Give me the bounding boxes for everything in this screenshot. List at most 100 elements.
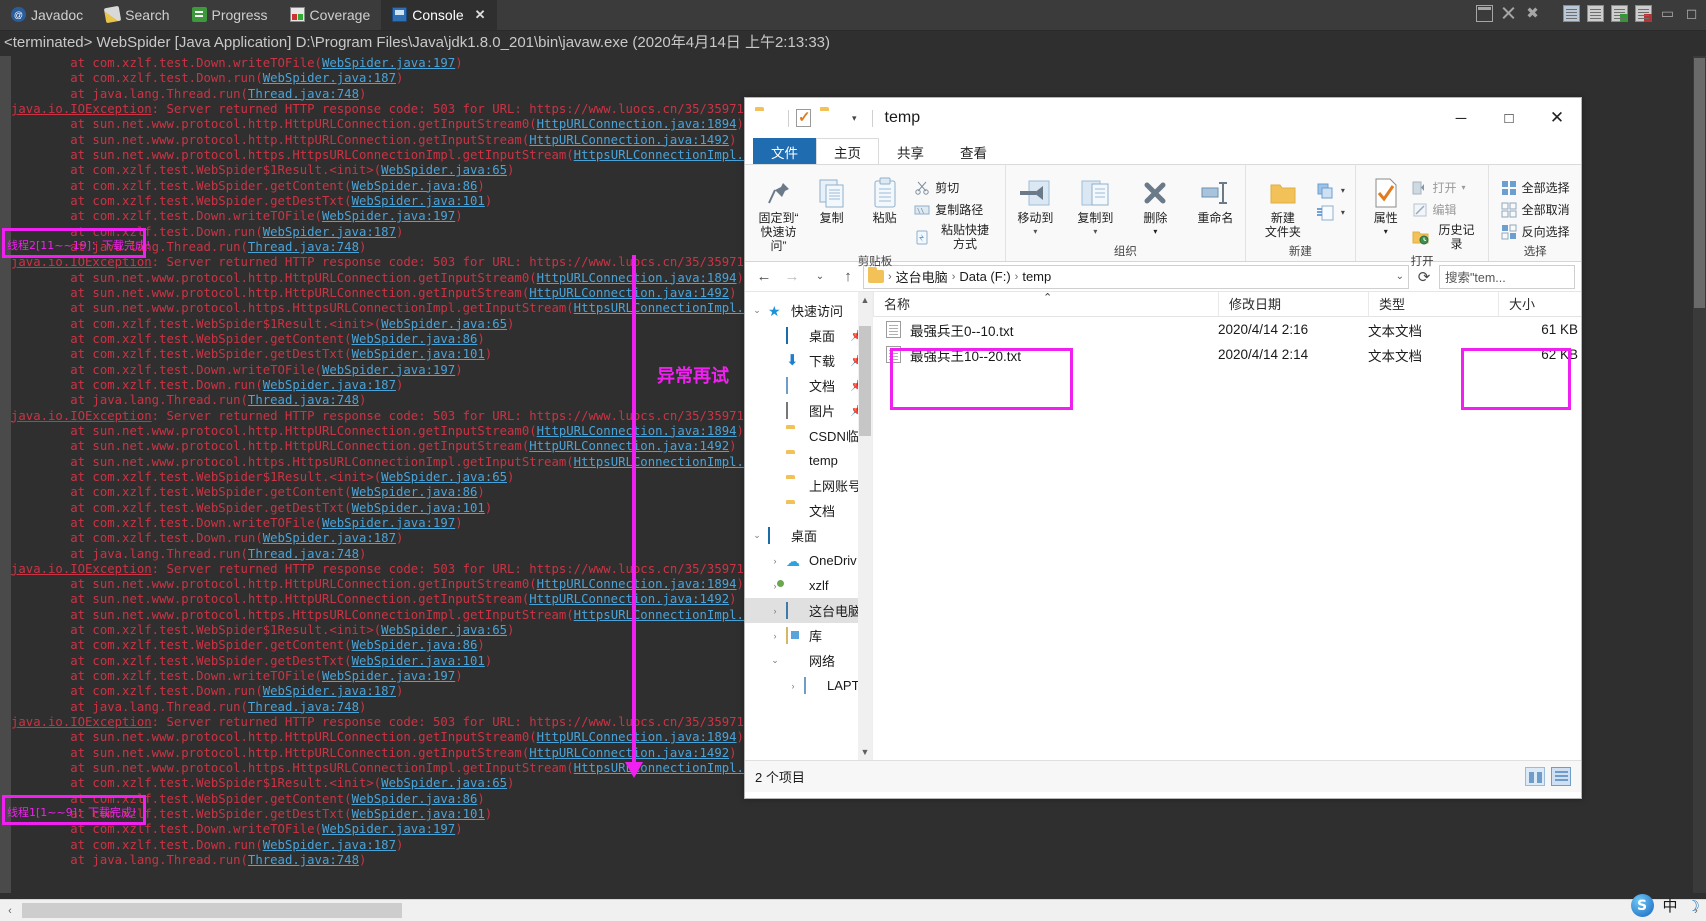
scroll-down-icon[interactable]: ▼ (858, 744, 872, 760)
chevron-down-icon[interactable]: ▾ (1462, 181, 1466, 195)
expander-icon[interactable]: ⌄ (751, 530, 763, 541)
copy-path-button[interactable]: \\ 复制路径 (911, 199, 998, 221)
nav-item-2[interactable]: ⬇下载📌 (745, 348, 872, 373)
chevron-down-icon[interactable]: ▾ (1033, 225, 1037, 239)
console-horizontal-scrollbar[interactable]: ‹ › (0, 899, 1706, 921)
tab-search[interactable]: Search (94, 0, 180, 30)
nav-item-3[interactable]: 文档📌 (745, 373, 872, 398)
scroll-lock-icon[interactable] (1587, 5, 1604, 22)
display-console-icon[interactable] (1635, 5, 1652, 22)
console-vscroll-thumb[interactable] (1694, 58, 1705, 308)
pin-console-icon[interactable] (1611, 5, 1628, 22)
new-folder-quick-icon[interactable] (820, 110, 839, 126)
navigation-pane[interactable]: ▲ ▼ ⌄★快速访问桌面📌⬇下载📌文档📌图片📌CSDN临temp上网账号文档⌄桌… (745, 292, 873, 760)
expander-icon[interactable]: › (769, 556, 781, 566)
tab-progress[interactable]: Progress (181, 0, 279, 30)
open-button[interactable]: 打开 ▾ (1409, 177, 1482, 199)
remove-all-icon[interactable]: ✖ (1524, 5, 1541, 22)
nav-item-10[interactable]: › ☁ OneDriv (745, 548, 872, 573)
tab-home[interactable]: 主页 (816, 138, 879, 164)
chevron-down-icon[interactable]: ▾ (1341, 184, 1345, 198)
column-header-1[interactable]: 修改日期 (1218, 291, 1368, 317)
console-hscroll-thumb[interactable] (22, 903, 402, 918)
nav-item-14[interactable]: ⌄ 网络 (745, 648, 872, 673)
console-vertical-scrollbar[interactable] (1693, 56, 1706, 893)
table-row[interactable]: 最强兵王10--20.txt 2020/4/14 2:14 文本文档 62 KB (873, 342, 1581, 367)
expander-icon[interactable]: › (769, 606, 781, 616)
nav-item-4[interactable]: 图片📌 (745, 398, 872, 423)
nav-item-6[interactable]: temp (745, 448, 872, 473)
chevron-down-icon[interactable]: ▾ (1153, 225, 1157, 239)
history-button[interactable]: 历史记录 (1409, 221, 1482, 253)
nav-scroll-thumb[interactable] (859, 326, 871, 436)
tab-javadoc[interactable]: Javadoc (0, 0, 94, 30)
annotation-retry-label: 异常再试 (657, 366, 729, 387)
terminate-icon[interactable] (1476, 5, 1493, 22)
moon-icon[interactable]: ☽ (1687, 897, 1700, 915)
chevron-down-icon[interactable]: ▾ (1384, 225, 1388, 239)
chevron-down-icon[interactable]: ⌄ (1396, 271, 1404, 282)
tab-file[interactable]: 文件 (753, 138, 816, 164)
minimize-button[interactable]: ─ (1437, 98, 1485, 138)
details-view-button[interactable] (1525, 767, 1545, 786)
sogou-ime-icon[interactable]: S (1630, 894, 1654, 917)
copy-button[interactable]: 复制 (805, 172, 858, 225)
column-header-3[interactable]: 大小 (1498, 291, 1578, 317)
rename-button[interactable]: 重命名 (1185, 172, 1245, 225)
scroll-left-icon[interactable]: ‹ (0, 900, 20, 921)
file-list-pane[interactable]: ⌃ 名称 修改日期 类型 大小 最强兵王0--10.txt 2020/4/14 2:16… (873, 291, 1581, 760)
expander-icon[interactable]: › (787, 681, 799, 691)
tab-view[interactable]: 查看 (942, 138, 1005, 164)
new-item-button[interactable]: ▾ (1313, 180, 1348, 202)
nav-item-15[interactable]: › LAPTC (745, 673, 872, 698)
nav-item-5[interactable]: CSDN临 (745, 423, 872, 448)
chevron-down-icon[interactable]: ▾ (852, 113, 857, 124)
nav-item-12[interactable]: › 这台电脑 (745, 598, 872, 623)
tab-coverage[interactable]: Coverage (279, 0, 382, 30)
maximize-button[interactable]: □ (1485, 98, 1533, 138)
nav-item-7[interactable]: 上网账号 (745, 473, 872, 498)
nav-item-0[interactable]: ⌄ ★ 快速访问 (745, 298, 872, 323)
breadcrumb-temp[interactable]: temp (1022, 269, 1051, 284)
nav-item-8[interactable]: 文档 (745, 498, 872, 523)
paste-shortcut-button[interactable]: 粘贴快捷方式 (911, 221, 998, 253)
large-icons-view-button[interactable] (1551, 767, 1571, 786)
properties-button[interactable]: 属性 ▾ (1363, 172, 1409, 239)
move-to-button[interactable]: 移动到 ▾ (1005, 172, 1065, 239)
chevron-down-icon[interactable]: ▾ (1341, 206, 1345, 220)
nav-scrollbar[interactable]: ▲ ▼ (858, 292, 872, 760)
select-none-button[interactable]: 全部取消 (1498, 199, 1573, 221)
remove-launch-icon[interactable] (1500, 5, 1517, 22)
column-header-2[interactable]: 类型 (1368, 291, 1498, 317)
properties-quick-icon[interactable] (796, 109, 811, 127)
open-console-icon[interactable] (1563, 5, 1580, 22)
table-row[interactable]: 最强兵王0--10.txt 2020/4/14 2:16 文本文档 61 KB (873, 317, 1581, 342)
close-icon[interactable]: ✕ (475, 7, 486, 23)
ime-mode-indicator[interactable]: 中 (1663, 895, 1678, 916)
pin-to-quick-access-button[interactable]: 固定到“ 快速访问” (752, 172, 805, 253)
expander-icon[interactable]: › (769, 631, 781, 641)
breadcrumb-data-drive[interactable]: Data (F:) (959, 269, 1010, 284)
cut-button[interactable]: 剪切 (911, 177, 998, 199)
expander-icon[interactable]: ⌄ (769, 655, 781, 666)
tab-share[interactable]: 共享 (879, 138, 942, 164)
minimize-view-icon[interactable]: ▭ (1659, 5, 1676, 22)
copy-to-button[interactable]: 复制到 ▾ (1065, 172, 1125, 239)
scroll-up-icon[interactable]: ▲ (858, 292, 872, 308)
tab-console[interactable]: Console ✕ (381, 0, 497, 30)
expander-icon[interactable]: ⌄ (751, 305, 763, 316)
easy-access-button[interactable]: ▾ (1313, 202, 1348, 224)
edit-button[interactable]: 编辑 (1409, 199, 1482, 221)
nav-item-1[interactable]: 桌面📌 (745, 323, 872, 348)
select-all-button[interactable]: 全部选择 (1498, 177, 1573, 199)
close-button[interactable]: ✕ (1533, 98, 1581, 138)
nav-item-13[interactable]: › 库 (745, 623, 872, 648)
chevron-down-icon[interactable]: ▾ (1093, 225, 1097, 239)
nav-item-11[interactable]: › xzlf (745, 573, 872, 598)
nav-item-9[interactable]: ⌄ 桌面 (745, 523, 872, 548)
new-folder-button[interactable]: 新建 文件夹 (1253, 172, 1313, 239)
delete-button[interactable]: 删除 ▾ (1125, 172, 1185, 239)
maximize-view-icon[interactable]: ◻ (1683, 5, 1700, 22)
paste-button[interactable]: 粘贴 (858, 172, 911, 225)
invert-selection-button[interactable]: 反向选择 (1498, 221, 1573, 243)
